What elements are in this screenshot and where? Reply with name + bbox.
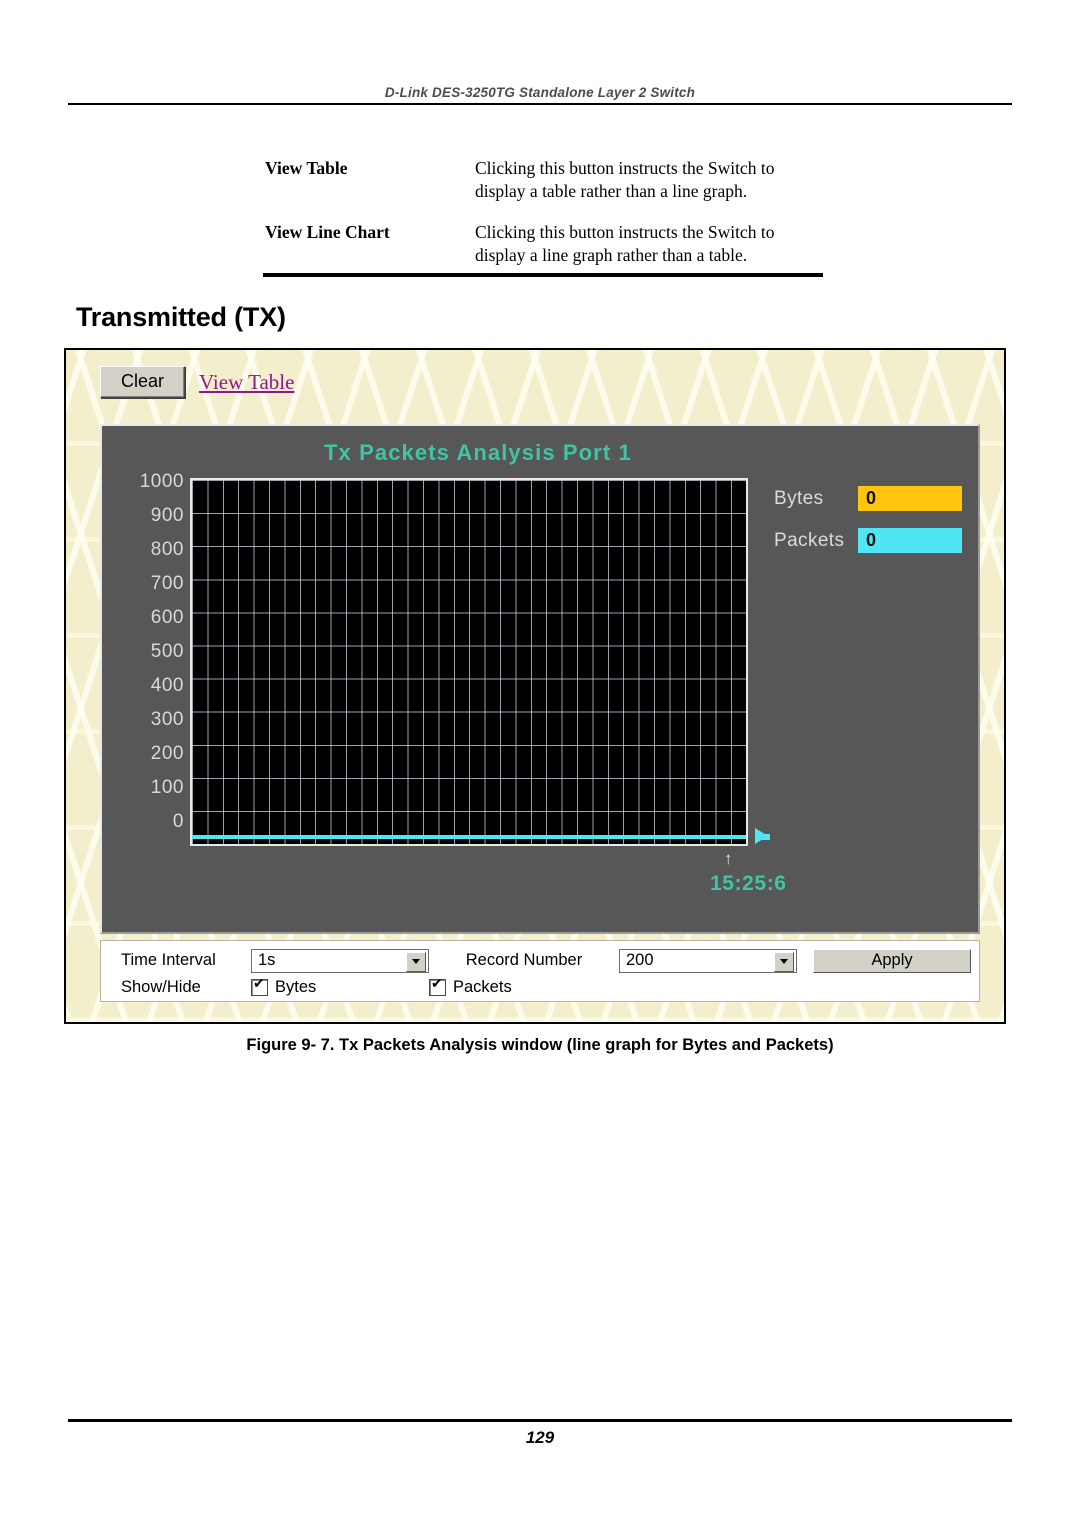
apply-button[interactable]: Apply bbox=[813, 948, 971, 973]
chevron-down-icon[interactable] bbox=[774, 951, 794, 972]
x-axis-timestamp: 15:25:6 bbox=[710, 872, 787, 895]
y-axis: 1000 900 800 700 600 500 400 300 200 100… bbox=[112, 471, 184, 842]
show-hide-label: Show/Hide bbox=[121, 978, 201, 996]
running-header-text: D-Link DES-3250TG Standalone Layer 2 Swi… bbox=[384, 85, 696, 100]
chart-legend: Bytes 0 Packets 0 bbox=[774, 486, 974, 570]
definition-description: Clicking this button instructs the Switc… bbox=[475, 221, 775, 265]
show-packets-checkbox-group[interactable]: Packets bbox=[429, 977, 512, 997]
definition-term: View Line Chart bbox=[265, 221, 390, 242]
chart-control-bar: Time Interval 1s Record Number 200 Apply… bbox=[100, 940, 980, 1002]
y-axis-tick: 0 bbox=[172, 811, 184, 832]
y-axis-tick: 300 bbox=[150, 709, 184, 730]
y-axis-tick: 100 bbox=[150, 777, 184, 798]
time-interval-value: 1s bbox=[258, 951, 276, 969]
show-bytes-label: Bytes bbox=[275, 978, 317, 996]
y-axis-tick: 400 bbox=[150, 675, 184, 696]
time-interval-label: Time Interval bbox=[121, 951, 216, 969]
x-axis-marker-icon: ↑ bbox=[724, 849, 733, 868]
clear-button[interactable]: Clear bbox=[100, 366, 186, 398]
y-axis-tick: 500 bbox=[150, 641, 184, 662]
record-number-select[interactable]: 200 bbox=[619, 948, 797, 973]
applet-toolbar: Clear View Table bbox=[100, 366, 294, 398]
page-number: 129 bbox=[525, 1428, 555, 1447]
chart-panel: Tx Packets Analysis Port 1 1000 900 800 … bbox=[100, 424, 980, 934]
definition-row-view-table: View Table Clicking this button instruct… bbox=[265, 157, 825, 204]
show-packets-checkbox[interactable] bbox=[429, 977, 446, 996]
tx-packets-analysis-window: Clear View Table Tx Packets Analysis Por… bbox=[64, 348, 1006, 1024]
record-number-value: 200 bbox=[626, 951, 654, 969]
legend-row-packets: Packets 0 bbox=[774, 528, 974, 553]
legend-row-bytes: Bytes 0 bbox=[774, 486, 974, 511]
footer-divider bbox=[68, 1419, 1012, 1422]
header-divider bbox=[68, 103, 1012, 105]
legend-label-packets: Packets bbox=[774, 529, 845, 551]
legend-value-packets: 0 bbox=[858, 528, 962, 553]
y-axis-tick: 1000 bbox=[139, 471, 184, 492]
y-axis-tick: 600 bbox=[150, 607, 184, 628]
legend-value-bytes: 0 bbox=[858, 486, 962, 511]
definition-table-divider bbox=[263, 273, 823, 277]
time-interval-select[interactable]: 1s bbox=[251, 948, 429, 973]
control-row-top: Time Interval 1s Record Number 200 Apply bbox=[109, 947, 971, 974]
show-packets-label: Packets bbox=[453, 978, 512, 996]
figure-caption: Figure 9- 7. Tx Packets Analysis window … bbox=[246, 1036, 834, 1054]
definition-table: View Table Clicking this button instruct… bbox=[265, 157, 825, 284]
definition-description: Clicking this button instructs the Switc… bbox=[475, 158, 775, 202]
record-number-label: Record Number bbox=[465, 951, 583, 969]
legend-label-bytes: Bytes bbox=[774, 487, 824, 509]
running-header: D-Link DES-3250TG Standalone Layer 2 Swi… bbox=[68, 84, 1012, 102]
y-axis-tick: 800 bbox=[150, 539, 184, 560]
definition-row-view-line-chart: View Line Chart Clicking this button ins… bbox=[265, 221, 825, 268]
view-table-link[interactable]: View Table bbox=[199, 370, 294, 395]
show-bytes-checkbox-group[interactable]: Bytes bbox=[251, 977, 429, 997]
show-bytes-checkbox[interactable] bbox=[251, 977, 268, 996]
packets-series-line bbox=[192, 835, 746, 839]
plot-gridlines bbox=[192, 480, 746, 844]
chevron-down-icon[interactable] bbox=[406, 951, 426, 972]
chart-title: Tx Packets Analysis Port 1 bbox=[324, 440, 632, 465]
page-title: Transmitted (TX) bbox=[76, 302, 286, 332]
control-row-bottom: Show/Hide Bytes Packets bbox=[109, 974, 971, 1001]
y-axis-tick: 200 bbox=[150, 743, 184, 764]
y-axis-tick: 700 bbox=[150, 573, 184, 594]
plot-area bbox=[190, 478, 770, 846]
definition-term: View Table bbox=[265, 158, 348, 178]
plot-cursor-arrow-icon bbox=[755, 828, 768, 844]
y-axis-tick: 900 bbox=[150, 505, 184, 526]
